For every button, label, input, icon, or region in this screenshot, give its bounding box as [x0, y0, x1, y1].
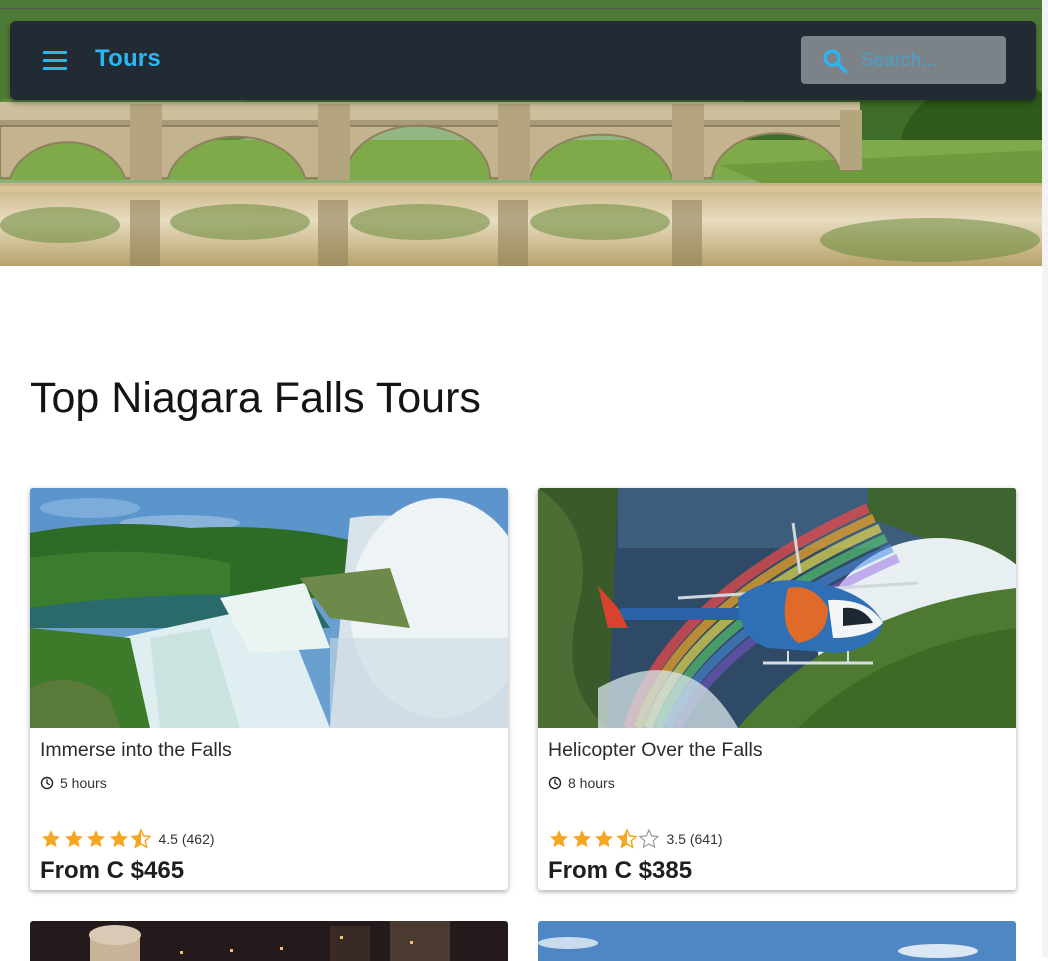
tour-rating: 4.5 (462) — [40, 828, 215, 850]
page-scrollbar[interactable] — [1042, 0, 1048, 957]
tour-rating: 3.5 (641) — [548, 828, 723, 850]
duration-text: 5 hours — [60, 775, 107, 791]
rating-text: 4.5 (462) — [158, 831, 215, 847]
tour-card-peek[interactable] — [538, 921, 1016, 961]
star-empty-icon — [638, 828, 660, 849]
star-icon — [109, 830, 128, 848]
star-half-icon — [615, 828, 638, 849]
tour-duration: 5 hours — [40, 775, 107, 791]
star-icon — [42, 830, 60, 848]
star-rating — [40, 828, 153, 850]
tour-price: From C $465 — [40, 857, 185, 884]
menu-button[interactable] — [40, 47, 70, 75]
menu-icon — [43, 51, 67, 54]
tour-duration: 8 hours — [548, 775, 615, 791]
tour-image-helicopter — [538, 488, 1016, 728]
duration-text: 8 hours — [568, 775, 615, 791]
page-title: Top Niagara Falls Tours — [30, 374, 481, 422]
star-rating — [548, 828, 661, 850]
clock-icon — [548, 776, 562, 790]
menu-icon-bar — [43, 59, 67, 62]
tour-image-city-night — [30, 921, 508, 961]
tour-card[interactable]: Immerse into the Falls 5 hours 4.5 (462)… — [30, 488, 508, 890]
tour-image-sky — [538, 921, 1016, 961]
rating-text: 3.5 (641) — [666, 831, 723, 847]
star-icon — [64, 830, 83, 848]
menu-icon-bar — [43, 67, 67, 70]
star-half-icon — [130, 828, 152, 849]
app-title[interactable]: Tours — [95, 45, 161, 73]
star-icon — [550, 830, 568, 848]
search-box[interactable] — [801, 36, 1006, 84]
star-icon — [572, 830, 591, 848]
tour-card[interactable]: Helicopter Over the Falls 8 hours 3.5 (6… — [538, 488, 1016, 890]
top-divider — [0, 8, 1048, 9]
star-icon — [87, 830, 105, 848]
star-icon — [595, 830, 613, 848]
tour-title[interactable]: Helicopter Over the Falls — [548, 739, 763, 762]
tour-price: From C $385 — [548, 857, 693, 884]
tour-title[interactable]: Immerse into the Falls — [40, 739, 232, 762]
tour-card-peek[interactable] — [30, 921, 508, 961]
clock-icon — [40, 776, 54, 790]
app-bar: Tours — [10, 21, 1036, 100]
search-icon — [823, 49, 848, 74]
tour-image-falls — [30, 488, 508, 728]
search-input[interactable] — [859, 44, 1003, 78]
